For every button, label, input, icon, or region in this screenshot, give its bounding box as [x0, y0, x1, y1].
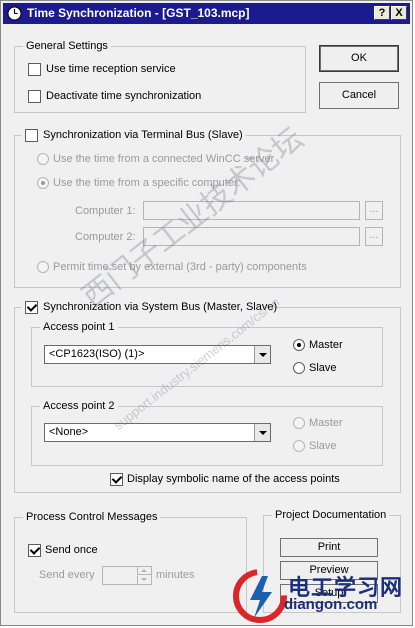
chevron-down-icon[interactable] — [254, 424, 270, 441]
computer1-field[interactable] — [143, 201, 360, 220]
terminal-bus-label: Synchronization via Terminal Bus (Slave) — [43, 129, 243, 141]
specific-computer-radio[interactable] — [37, 177, 49, 189]
clock-icon — [7, 6, 22, 21]
ok-button[interactable]: OK — [319, 45, 399, 72]
ap2-master-label: Master — [309, 417, 343, 429]
access-point-1-select[interactable]: <CP1623(ISO) (1)> — [44, 345, 271, 364]
process-control-group: Process Control Messages — [14, 510, 247, 613]
computer2-browse-button[interactable]: ... — [365, 227, 383, 246]
process-control-legend: Process Control Messages — [23, 510, 161, 525]
ap1-master-label: Master — [309, 339, 343, 351]
use-time-reception-label: Use time reception service — [46, 63, 176, 75]
access-point-1-value: <CP1623(ISO) (1)> — [49, 348, 145, 360]
close-button[interactable]: X — [391, 6, 407, 20]
use-time-reception-checkbox[interactable] — [28, 63, 41, 76]
site-domain: diangon.com — [284, 596, 378, 613]
symbolic-name-checkbox[interactable] — [110, 473, 123, 486]
send-once-checkbox[interactable] — [28, 544, 41, 557]
computer2-field[interactable] — [143, 227, 360, 246]
computer1-browse-button[interactable]: ... — [365, 201, 383, 220]
general-settings-legend: General Settings — [23, 39, 111, 54]
help-button[interactable]: ? — [374, 6, 390, 20]
system-bus-checkbox[interactable] — [25, 301, 38, 314]
access-point-2-select[interactable]: <None> — [44, 423, 271, 442]
computer1-label: Computer 1: — [75, 205, 136, 217]
spin-down-icon[interactable] — [137, 576, 151, 584]
computer2-label: Computer 2: — [75, 231, 136, 243]
wincc-server-radio[interactable] — [37, 153, 49, 165]
deactivate-sync-label: Deactivate time synchronization — [46, 90, 202, 102]
ap2-master-radio[interactable] — [293, 417, 305, 429]
cancel-button[interactable]: Cancel — [319, 82, 399, 109]
minutes-label: minutes — [156, 569, 195, 581]
access-point-2-value: <None> — [49, 426, 89, 438]
symbolic-name-label: Display symbolic name of the access poin… — [127, 473, 340, 485]
external-components-label: Permit time set by external (3rd - party… — [53, 261, 307, 273]
logo-emblem-icon — [233, 569, 287, 623]
site-logo: 电工学习网 diangon.com — [232, 568, 412, 624]
title-bar[interactable]: Time Synchronization - [GST_103.mcp] ? X — [3, 3, 410, 24]
ap2-slave-label: Slave — [309, 440, 337, 452]
send-every-label: Send every — [39, 569, 95, 581]
system-bus-label: Synchronization via System Bus (Master, … — [43, 301, 278, 313]
specific-computer-label: Use the time from a specific computer: — [53, 177, 241, 189]
time-sync-dialog: Time Synchronization - [GST_103.mcp] ? X… — [0, 0, 413, 626]
send-every-stepper[interactable] — [102, 566, 152, 585]
send-once-label: Send once — [45, 544, 98, 556]
ap2-slave-radio[interactable] — [293, 440, 305, 452]
print-button[interactable]: Print — [280, 538, 378, 557]
access-point-2-legend: Access point 2 — [40, 399, 118, 414]
wincc-server-label: Use the time from a connected WinCC serv… — [53, 153, 275, 165]
access-point-1-legend: Access point 1 — [40, 320, 118, 335]
deactivate-sync-checkbox[interactable] — [28, 90, 41, 103]
window-title: Time Synchronization - [GST_103.mcp] — [27, 6, 250, 20]
external-components-radio[interactable] — [37, 261, 49, 273]
spin-up-icon[interactable] — [137, 567, 151, 575]
ap1-slave-radio[interactable] — [293, 362, 305, 374]
chevron-down-icon[interactable] — [254, 346, 270, 363]
terminal-bus-checkbox[interactable] — [25, 129, 38, 142]
ap1-slave-label: Slave — [309, 362, 337, 374]
ap1-master-radio[interactable] — [293, 339, 305, 351]
project-doc-legend: Project Documentation — [272, 508, 390, 523]
